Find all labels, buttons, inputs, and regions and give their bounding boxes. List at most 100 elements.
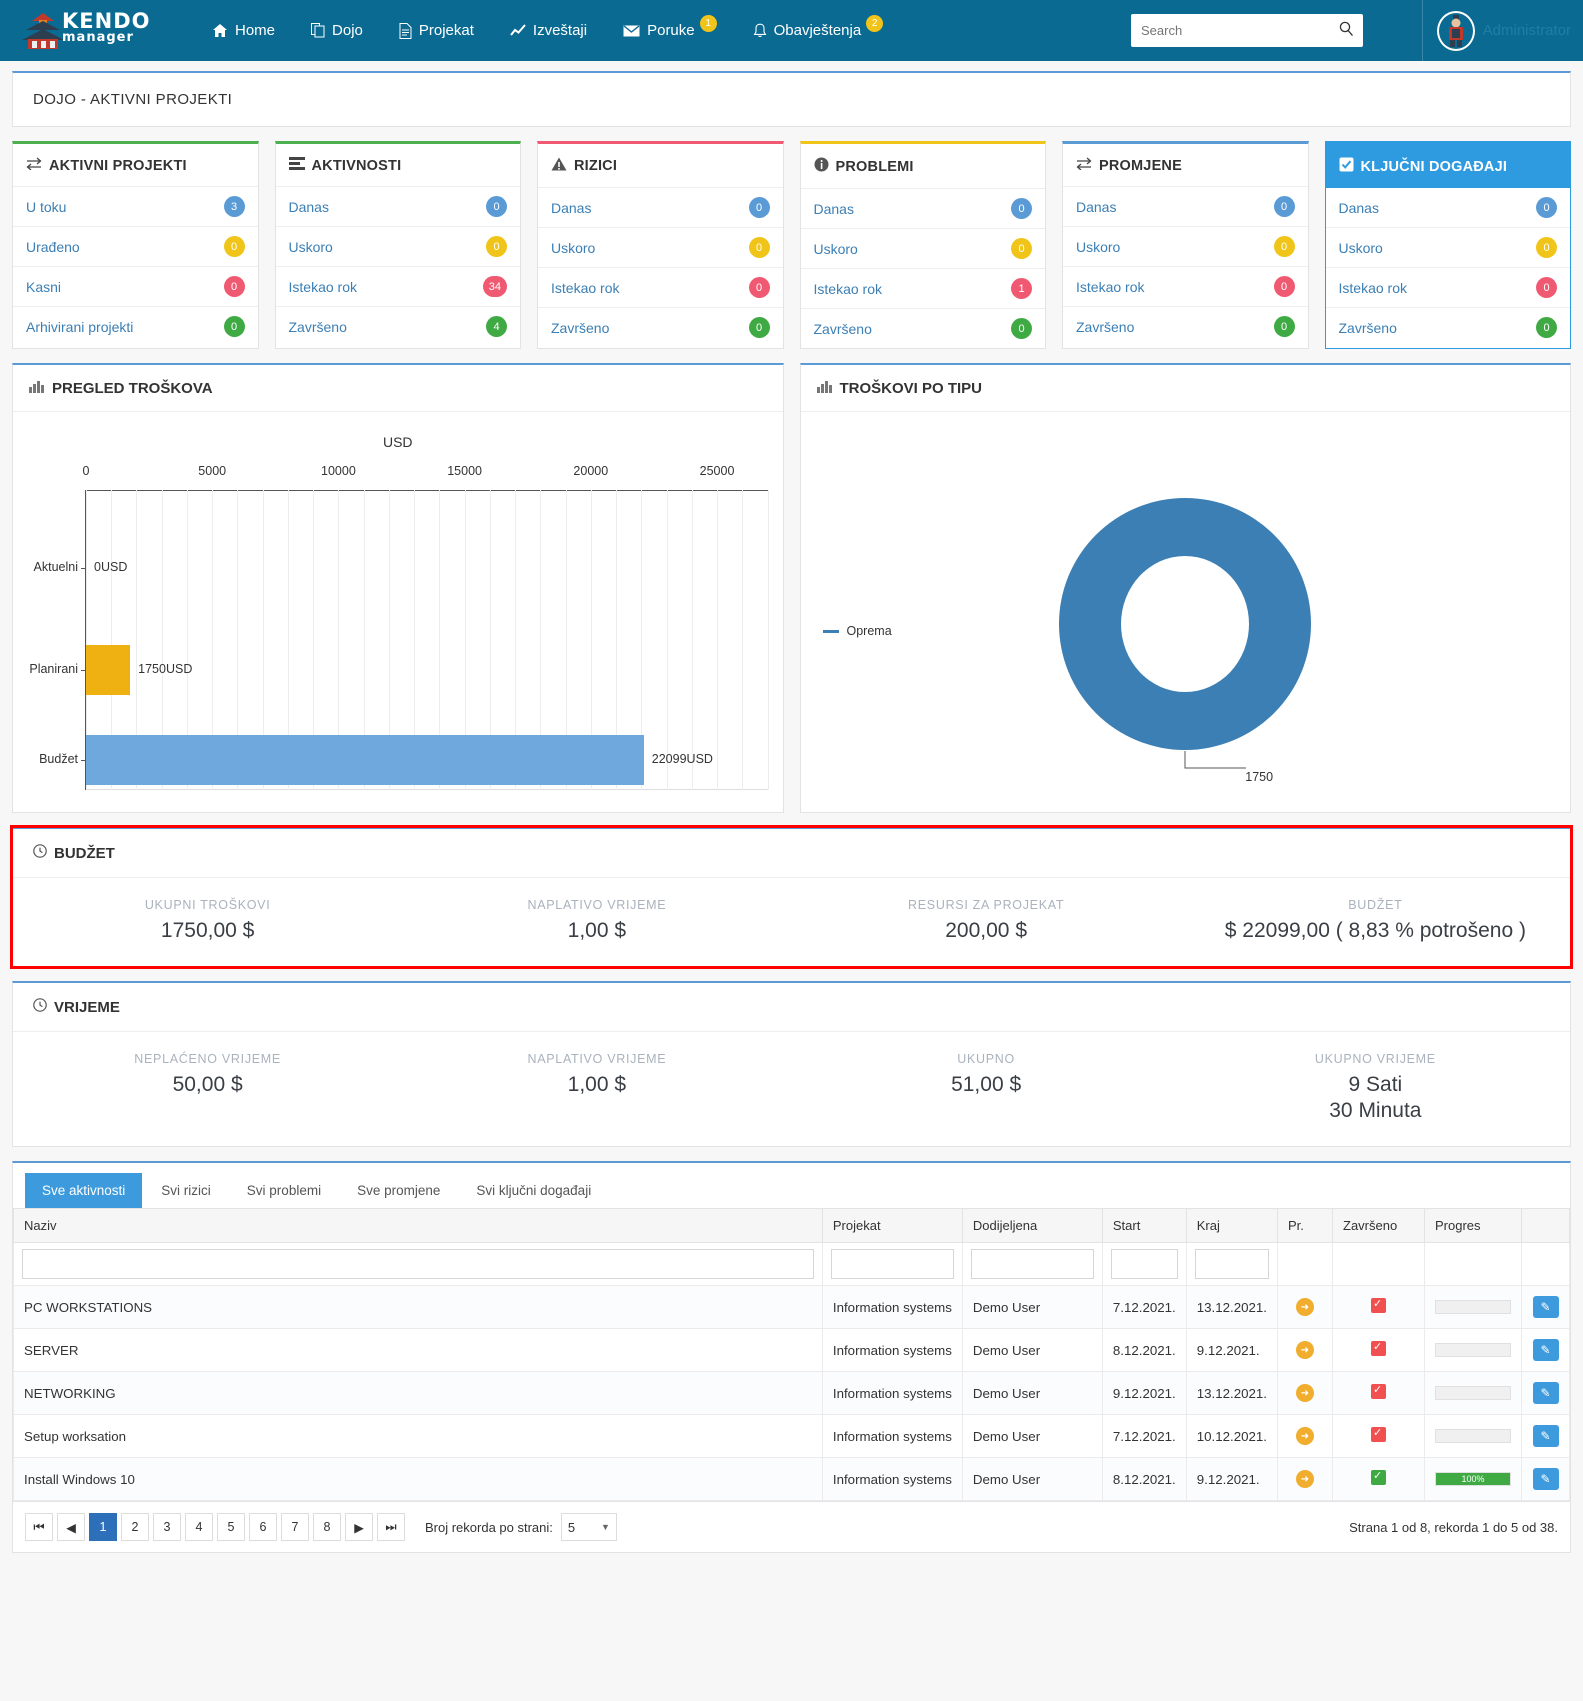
- status-row-label[interactable]: Istekao rok: [1339, 280, 1407, 296]
- status-row-label[interactable]: U toku: [26, 199, 66, 215]
- search-input[interactable]: [1131, 14, 1363, 47]
- filter-input-3[interactable]: [1111, 1249, 1178, 1279]
- status-card-row[interactable]: Danas0: [538, 188, 783, 228]
- page-size-select[interactable]: 5 ▼: [561, 1513, 617, 1541]
- table-row[interactable]: NETWORKINGInformation systemsDemo User9.…: [14, 1372, 1570, 1415]
- status-row-label[interactable]: Uskoro: [289, 239, 333, 255]
- status-card-row[interactable]: Istekao rok1: [801, 269, 1046, 309]
- pager-first-button[interactable]: ⏮: [25, 1513, 53, 1541]
- column-header-1[interactable]: Projekat: [822, 1209, 962, 1243]
- pager-page-2[interactable]: 2: [121, 1513, 149, 1541]
- nav-item-izvestaji[interactable]: Izveštaji: [492, 22, 605, 39]
- pager-page-4[interactable]: 4: [185, 1513, 213, 1541]
- edit-icon[interactable]: ✎: [1533, 1425, 1559, 1447]
- status-card-row[interactable]: Uskoro0: [538, 228, 783, 268]
- table-row[interactable]: Install Windows 10Information systemsDem…: [14, 1458, 1570, 1501]
- status-card-row[interactable]: Danas0: [1063, 187, 1308, 227]
- status-card-row[interactable]: U toku3: [13, 187, 258, 227]
- status-row-label[interactable]: Danas: [1339, 200, 1379, 216]
- tab-3[interactable]: Sve promjene: [340, 1173, 457, 1208]
- status-card-row[interactable]: Danas0: [1326, 188, 1571, 228]
- nav-item-home[interactable]: Home: [194, 22, 293, 39]
- nav-item-poruke[interactable]: Poruke 1: [605, 22, 735, 39]
- pager-page-6[interactable]: 6: [249, 1513, 277, 1541]
- cost-by-type-chart[interactable]: Oprema 1750: [801, 412, 1571, 812]
- nav-item-projekat[interactable]: Projekat: [381, 22, 492, 39]
- pager-last-button[interactable]: ⏭: [377, 1513, 405, 1541]
- nav-item-obavjestenja[interactable]: Obavještenja 2: [735, 22, 902, 39]
- status-row-label[interactable]: Završeno: [1339, 320, 1397, 336]
- status-row-label[interactable]: Uskoro: [551, 240, 595, 256]
- status-row-label[interactable]: Danas: [814, 201, 854, 217]
- status-card-row[interactable]: Danas0: [276, 187, 521, 227]
- tab-0[interactable]: Sve aktivnosti: [25, 1173, 142, 1208]
- edit-icon[interactable]: ✎: [1533, 1382, 1559, 1404]
- status-card-row[interactable]: Istekao rok0: [538, 268, 783, 308]
- column-header-6[interactable]: Završeno: [1333, 1209, 1425, 1243]
- status-card-row[interactable]: Završeno0: [538, 308, 783, 347]
- status-card-row[interactable]: Uskoro0: [801, 229, 1046, 269]
- pager-page-8[interactable]: 8: [313, 1513, 341, 1541]
- status-row-label[interactable]: Kasni: [26, 279, 61, 295]
- status-card-row[interactable]: Uskoro0: [276, 227, 521, 267]
- status-row-label[interactable]: Uskoro: [1076, 239, 1120, 255]
- pager-prev-button[interactable]: ◀: [57, 1513, 85, 1541]
- edit-icon[interactable]: ✎: [1533, 1296, 1559, 1318]
- pager-page-3[interactable]: 3: [153, 1513, 181, 1541]
- pager-page-7[interactable]: 7: [281, 1513, 309, 1541]
- status-row-label[interactable]: Arhivirani projekti: [26, 319, 133, 335]
- pager-page-1[interactable]: 1: [89, 1513, 117, 1541]
- user-menu[interactable]: Administrator: [1422, 0, 1571, 61]
- status-row-label[interactable]: Urađeno: [26, 239, 80, 255]
- tab-1[interactable]: Svi rizici: [144, 1173, 228, 1208]
- status-row-label[interactable]: Danas: [289, 199, 329, 215]
- status-row-label[interactable]: Uskoro: [814, 241, 858, 257]
- status-row-label[interactable]: Istekao rok: [1076, 279, 1144, 295]
- column-header-8[interactable]: [1522, 1209, 1570, 1243]
- pager-page-5[interactable]: 5: [217, 1513, 245, 1541]
- status-card-row[interactable]: Uskoro0: [1063, 227, 1308, 267]
- column-header-4[interactable]: Kraj: [1186, 1209, 1277, 1243]
- table-row[interactable]: PC WORKSTATIONSInformation systemsDemo U…: [14, 1286, 1570, 1329]
- column-header-7[interactable]: Progres: [1425, 1209, 1522, 1243]
- donut-legend[interactable]: Oprema: [823, 624, 892, 638]
- status-row-label[interactable]: Završeno: [551, 320, 609, 336]
- status-card-row[interactable]: Istekao rok0: [1326, 268, 1571, 308]
- column-header-3[interactable]: Start: [1102, 1209, 1186, 1243]
- cost-overview-chart[interactable]: USD 0500010000150002000025000Aktuelni0US…: [13, 412, 783, 812]
- table-row[interactable]: Setup worksationInformation systemsDemo …: [14, 1415, 1570, 1458]
- status-card-row[interactable]: Kasni0: [13, 267, 258, 307]
- status-row-label[interactable]: Istekao rok: [289, 279, 357, 295]
- column-header-0[interactable]: Naziv: [14, 1209, 823, 1243]
- status-row-label[interactable]: Uskoro: [1339, 240, 1383, 256]
- status-card-row[interactable]: Završeno0: [1326, 308, 1571, 347]
- edit-icon[interactable]: ✎: [1533, 1339, 1559, 1361]
- table-row[interactable]: SERVERInformation systemsDemo User8.12.2…: [14, 1329, 1570, 1372]
- column-header-2[interactable]: Dodijeljena: [962, 1209, 1102, 1243]
- bar-chart-bar[interactable]: [86, 645, 130, 695]
- filter-input-0[interactable]: [22, 1249, 814, 1279]
- filter-input-4[interactable]: [1195, 1249, 1269, 1279]
- status-card-row[interactable]: Završeno4: [276, 307, 521, 346]
- nav-item-dojo[interactable]: Dojo: [293, 22, 381, 39]
- status-card-row[interactable]: Završeno0: [801, 309, 1046, 348]
- edit-icon[interactable]: ✎: [1533, 1468, 1559, 1490]
- status-row-label[interactable]: Danas: [1076, 199, 1116, 215]
- status-card-row[interactable]: Uskoro0: [1326, 228, 1571, 268]
- status-card-row[interactable]: Danas0: [801, 189, 1046, 229]
- status-card-row[interactable]: Završeno0: [1063, 307, 1308, 346]
- filter-input-2[interactable]: [971, 1249, 1094, 1279]
- status-card-row[interactable]: Istekao rok34: [276, 267, 521, 307]
- status-card-row[interactable]: Urađeno0: [13, 227, 258, 267]
- status-row-label[interactable]: Istekao rok: [551, 280, 619, 296]
- pager-next-button[interactable]: ▶: [345, 1513, 373, 1541]
- tab-2[interactable]: Svi problemi: [230, 1173, 338, 1208]
- bar-chart-bar[interactable]: [86, 735, 644, 785]
- tab-4[interactable]: Svi ključni događaji: [459, 1173, 608, 1208]
- status-row-label[interactable]: Danas: [551, 200, 591, 216]
- filter-input-1[interactable]: [831, 1249, 954, 1279]
- brand-logo[interactable]: KENDO manager: [12, 5, 132, 57]
- status-row-label[interactable]: Završeno: [1076, 319, 1134, 335]
- status-row-label[interactable]: Istekao rok: [814, 281, 882, 297]
- status-card-row[interactable]: Arhivirani projekti0: [13, 307, 258, 346]
